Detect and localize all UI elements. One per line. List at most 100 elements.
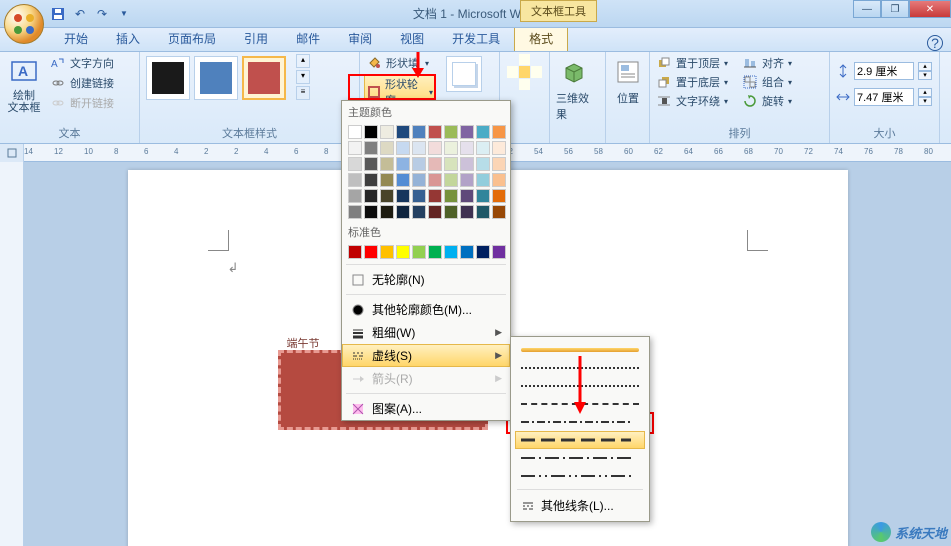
color-swatch[interactable] — [348, 189, 362, 203]
tab-home[interactable]: 开始 — [50, 26, 102, 51]
color-swatch[interactable] — [412, 189, 426, 203]
color-swatch[interactable] — [444, 189, 458, 203]
tab-format[interactable]: 格式 — [514, 25, 568, 51]
style-swatch-1[interactable] — [146, 56, 190, 100]
style-swatch-2[interactable] — [194, 56, 238, 100]
color-swatch[interactable] — [460, 125, 474, 139]
color-swatch[interactable] — [492, 205, 506, 219]
color-swatch[interactable] — [428, 245, 442, 259]
dash-long-dash-dot[interactable] — [515, 449, 645, 467]
color-swatch[interactable] — [412, 157, 426, 171]
tab-developer[interactable]: 开发工具 — [438, 26, 514, 51]
pattern-item[interactable]: 图案(A)... — [342, 397, 510, 420]
color-swatch[interactable] — [444, 205, 458, 219]
color-swatch[interactable] — [348, 205, 362, 219]
tab-review[interactable]: 审阅 — [334, 26, 386, 51]
width-input[interactable] — [854, 88, 914, 106]
style-swatch-3[interactable] — [242, 56, 286, 100]
send-back-button[interactable]: 置于底层▾ — [654, 73, 730, 91]
color-swatch[interactable] — [380, 205, 394, 219]
help-icon[interactable]: ? — [927, 35, 943, 51]
tab-insert[interactable]: 插入 — [102, 26, 154, 51]
color-swatch[interactable] — [396, 173, 410, 187]
color-swatch[interactable] — [460, 189, 474, 203]
color-swatch[interactable] — [396, 157, 410, 171]
gallery-more-icon[interactable]: ≡ — [296, 86, 310, 100]
color-swatch[interactable] — [444, 157, 458, 171]
color-swatch[interactable] — [412, 141, 426, 155]
color-swatch[interactable] — [396, 141, 410, 155]
shadow-preview[interactable] — [446, 56, 482, 92]
color-swatch[interactable] — [460, 205, 474, 219]
color-swatch[interactable] — [428, 141, 442, 155]
group-button[interactable]: 组合▾ — [740, 73, 794, 91]
color-swatch[interactable] — [476, 141, 490, 155]
create-link-button[interactable]: 创建链接 — [48, 74, 116, 92]
color-swatch[interactable] — [348, 173, 362, 187]
gallery-up-icon[interactable]: ▴ — [296, 54, 310, 68]
color-swatch[interactable] — [444, 173, 458, 187]
color-swatch[interactable] — [492, 141, 506, 155]
color-swatch[interactable] — [380, 189, 394, 203]
color-swatch[interactable] — [428, 125, 442, 139]
width-down-icon[interactable]: ▾ — [918, 97, 932, 106]
weight-item[interactable]: 粗细(W)▶ — [342, 321, 510, 344]
color-swatch[interactable] — [460, 245, 474, 259]
dash-long-dash-dot-dot[interactable] — [515, 467, 645, 485]
color-swatch[interactable] — [364, 157, 378, 171]
color-swatch[interactable] — [412, 173, 426, 187]
maximize-button[interactable]: ❐ — [881, 0, 909, 18]
color-swatch[interactable] — [348, 125, 362, 139]
color-swatch[interactable] — [476, 125, 490, 139]
color-swatch[interactable] — [380, 245, 394, 259]
color-swatch[interactable] — [492, 173, 506, 187]
color-swatch[interactable] — [348, 141, 362, 155]
color-swatch[interactable] — [348, 245, 362, 259]
color-swatch[interactable] — [380, 157, 394, 171]
color-swatch[interactable] — [364, 205, 378, 219]
more-lines-item[interactable]: 其他线条(L)... — [515, 494, 645, 517]
color-swatch[interactable] — [428, 173, 442, 187]
color-swatch[interactable] — [428, 205, 442, 219]
save-icon[interactable] — [50, 6, 66, 22]
redo-icon[interactable]: ↷ — [94, 6, 110, 22]
color-swatch[interactable] — [476, 189, 490, 203]
color-swatch[interactable] — [396, 245, 410, 259]
color-swatch[interactable] — [492, 125, 506, 139]
color-swatch[interactable] — [380, 141, 394, 155]
color-swatch[interactable] — [364, 141, 378, 155]
bring-front-button[interactable]: 置于顶层▾ — [654, 54, 730, 72]
color-swatch[interactable] — [364, 245, 378, 259]
break-link-button[interactable]: 断开链接 — [48, 94, 116, 112]
color-swatch[interactable] — [444, 245, 458, 259]
color-swatch[interactable] — [412, 205, 426, 219]
height-input[interactable] — [854, 62, 914, 80]
color-swatch[interactable] — [492, 189, 506, 203]
color-swatch[interactable] — [460, 141, 474, 155]
color-swatch[interactable] — [412, 245, 426, 259]
tab-mailings[interactable]: 邮件 — [282, 26, 334, 51]
color-swatch[interactable] — [364, 189, 378, 203]
position-button[interactable]: 位置 — [610, 54, 646, 108]
height-field[interactable]: ▴▾ — [834, 60, 934, 82]
gallery-down-icon[interactable]: ▾ — [296, 70, 310, 84]
qat-dropdown-icon[interactable]: ▼ — [116, 6, 132, 22]
color-swatch[interactable] — [492, 157, 506, 171]
color-swatch[interactable] — [396, 189, 410, 203]
color-swatch[interactable] — [476, 157, 490, 171]
color-swatch[interactable] — [476, 173, 490, 187]
color-swatch[interactable] — [396, 205, 410, 219]
color-swatch[interactable] — [444, 141, 458, 155]
more-colors-item[interactable]: 其他轮廓颜色(M)... — [342, 298, 510, 321]
color-swatch[interactable] — [396, 125, 410, 139]
height-down-icon[interactable]: ▾ — [918, 71, 932, 80]
draw-textbox-button[interactable]: A 绘制 文本框 — [4, 54, 44, 116]
close-button[interactable]: ✕ — [909, 0, 951, 18]
no-outline-item[interactable]: 无轮廓(N) — [342, 268, 510, 291]
undo-icon[interactable]: ↶ — [72, 6, 88, 22]
color-swatch[interactable] — [460, 157, 474, 171]
width-field[interactable]: ▴▾ — [834, 86, 934, 108]
color-swatch[interactable] — [348, 157, 362, 171]
dash-long-dash[interactable] — [515, 431, 645, 449]
align-button[interactable]: 对齐▾ — [740, 54, 794, 72]
